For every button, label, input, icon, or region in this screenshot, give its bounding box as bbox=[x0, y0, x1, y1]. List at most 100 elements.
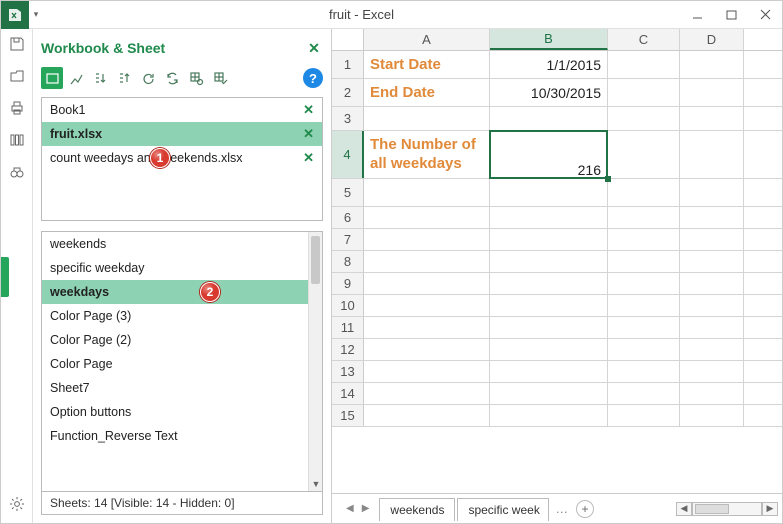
toolbar-chart-button[interactable] bbox=[65, 67, 87, 89]
toolbar-sort-desc-button[interactable] bbox=[113, 67, 135, 89]
window-title: fruit - Excel bbox=[43, 7, 680, 22]
cell-a3[interactable] bbox=[364, 107, 490, 130]
sheet-status-bar: Sheets: 14 [Visible: 14 - Hidden: 0] bbox=[41, 492, 323, 515]
qat-dropdown-icon[interactable]: ▾ bbox=[29, 9, 43, 20]
row-header[interactable]: 8 bbox=[332, 251, 364, 272]
column-header-c[interactable]: C bbox=[608, 29, 680, 50]
open-icon[interactable] bbox=[8, 67, 26, 85]
sheet-item[interactable]: Color Page (2) bbox=[42, 328, 308, 352]
pane-header: Workbook & Sheet ✕ bbox=[41, 33, 323, 63]
collapse-handle[interactable] bbox=[1, 257, 9, 297]
workbook-item[interactable]: Book1 ✕ bbox=[42, 98, 322, 122]
add-sheet-button[interactable]: + bbox=[576, 500, 594, 518]
workbook-item-label: fruit.xlsx bbox=[50, 127, 102, 141]
toolbar-sort-asc-button[interactable] bbox=[89, 67, 111, 89]
column-header-a[interactable]: A bbox=[364, 29, 490, 50]
hscroll-thumb[interactable] bbox=[695, 504, 729, 514]
sheet-item[interactable]: Option buttons bbox=[42, 400, 308, 424]
scrollbar-thumb[interactable] bbox=[311, 236, 320, 284]
excel-app-icon[interactable] bbox=[1, 1, 29, 29]
cell-d3[interactable] bbox=[680, 107, 744, 130]
cell-c3[interactable] bbox=[608, 107, 680, 130]
grid-row: 6 bbox=[332, 207, 782, 229]
hscroll-right-icon[interactable]: ▶ bbox=[762, 502, 778, 516]
cell-b2[interactable]: 10/30/2015 bbox=[490, 79, 608, 106]
toolbar-sync-button[interactable] bbox=[161, 67, 183, 89]
row-header[interactable]: 13 bbox=[332, 361, 364, 382]
sheet-item[interactable]: Color Page (3) bbox=[42, 304, 308, 328]
row-header[interactable]: 5 bbox=[332, 179, 364, 206]
grid-row: 10 bbox=[332, 295, 782, 317]
workbook-close-icon[interactable]: ✕ bbox=[303, 102, 314, 118]
workbook-item[interactable]: count weedays and weekends.xlsx ✕ bbox=[42, 146, 322, 170]
sheet-item-label: Sheet7 bbox=[50, 381, 90, 395]
fill-handle[interactable] bbox=[605, 176, 611, 182]
sheet-item[interactable]: Function_Reverse Text bbox=[42, 424, 308, 448]
tab-nav-prev-icon[interactable]: ◀ bbox=[346, 503, 354, 514]
row-header[interactable]: 10 bbox=[332, 295, 364, 316]
row-header[interactable]: 14 bbox=[332, 383, 364, 404]
toolbar-refresh-button[interactable] bbox=[137, 67, 159, 89]
columns-icon[interactable] bbox=[8, 131, 26, 149]
workbook-close-icon[interactable]: ✕ bbox=[303, 126, 314, 142]
hscroll-left-icon[interactable]: ◀ bbox=[676, 502, 692, 516]
row-header[interactable]: 9 bbox=[332, 273, 364, 294]
sheet-item[interactable]: Color Page bbox=[42, 352, 308, 376]
tabs-overflow-icon[interactable]: … bbox=[555, 502, 568, 516]
row-header[interactable]: 15 bbox=[332, 405, 364, 426]
cell-c2[interactable] bbox=[608, 79, 680, 106]
maximize-button[interactable] bbox=[714, 1, 748, 29]
sheet-item[interactable]: weekends bbox=[42, 232, 308, 256]
workbook-close-icon[interactable]: ✕ bbox=[303, 150, 314, 166]
sheet-item[interactable]: Sheet7 bbox=[42, 376, 308, 400]
cell-b4[interactable]: 216 bbox=[490, 131, 608, 178]
grid-row: 13 bbox=[332, 361, 782, 383]
cell-c4[interactable] bbox=[608, 131, 680, 178]
tab-nav-next-icon[interactable]: ▶ bbox=[362, 503, 370, 514]
print-icon[interactable] bbox=[8, 99, 26, 117]
cell-a4[interactable]: The Number of all weekdays bbox=[364, 131, 490, 178]
sheet-item-label: weekdays bbox=[50, 285, 109, 299]
scroll-down-icon[interactable]: ▼ bbox=[309, 477, 323, 491]
cell-a2[interactable]: End Date bbox=[364, 79, 490, 106]
cell-c1[interactable] bbox=[608, 51, 680, 78]
column-header-b[interactable]: B bbox=[490, 29, 608, 50]
toolbar-grid-gear-button[interactable] bbox=[185, 67, 207, 89]
hscroll-track[interactable] bbox=[692, 502, 762, 516]
row-header[interactable]: 12 bbox=[332, 339, 364, 360]
binoculars-icon[interactable] bbox=[8, 163, 26, 181]
minimize-button[interactable] bbox=[680, 1, 714, 29]
row-header[interactable]: 2 bbox=[332, 79, 364, 106]
cell-d2[interactable] bbox=[680, 79, 744, 106]
workbook-item-selected[interactable]: fruit.xlsx 1 ✕ bbox=[42, 122, 322, 146]
help-button[interactable]: ? bbox=[303, 68, 323, 88]
row-header[interactable]: 1 bbox=[332, 51, 364, 78]
row-header[interactable]: 6 bbox=[332, 207, 364, 228]
sheet-tab[interactable]: weekends bbox=[379, 498, 455, 521]
sheet-item-label: weekends bbox=[50, 237, 106, 251]
cell-d1[interactable] bbox=[680, 51, 744, 78]
toolbar-workbook-button[interactable] bbox=[41, 67, 63, 89]
row-header[interactable]: 3 bbox=[332, 107, 364, 130]
sheet-item-selected[interactable]: weekdays 2 bbox=[42, 280, 308, 304]
select-all-corner[interactable] bbox=[332, 29, 364, 50]
close-button[interactable] bbox=[748, 1, 782, 29]
column-header-d[interactable]: D bbox=[680, 29, 744, 50]
settings-gear-icon[interactable] bbox=[8, 495, 26, 513]
cell-d4[interactable] bbox=[680, 131, 744, 178]
row-header[interactable]: 7 bbox=[332, 229, 364, 250]
cell-b3[interactable] bbox=[490, 107, 608, 130]
grid-row: 11 bbox=[332, 317, 782, 339]
sheet-item-label: specific weekday bbox=[50, 261, 145, 275]
cell-a1[interactable]: Start Date bbox=[364, 51, 490, 78]
row-header[interactable]: 11 bbox=[332, 317, 364, 338]
sheet-tab[interactable]: specific week bbox=[457, 498, 549, 521]
grid-body[interactable]: 1 Start Date 1/1/2015 2 End Date 10/30/2… bbox=[332, 51, 782, 493]
toolbar-grid-check-button[interactable] bbox=[209, 67, 231, 89]
sheet-scrollbar[interactable]: ▲ ▼ bbox=[308, 232, 322, 491]
pane-close-icon[interactable]: ✕ bbox=[305, 40, 323, 57]
save-icon[interactable] bbox=[8, 35, 26, 53]
row-header[interactable]: 4 bbox=[332, 131, 364, 178]
cell-b1[interactable]: 1/1/2015 bbox=[490, 51, 608, 78]
sheet-item[interactable]: specific weekday bbox=[42, 256, 308, 280]
